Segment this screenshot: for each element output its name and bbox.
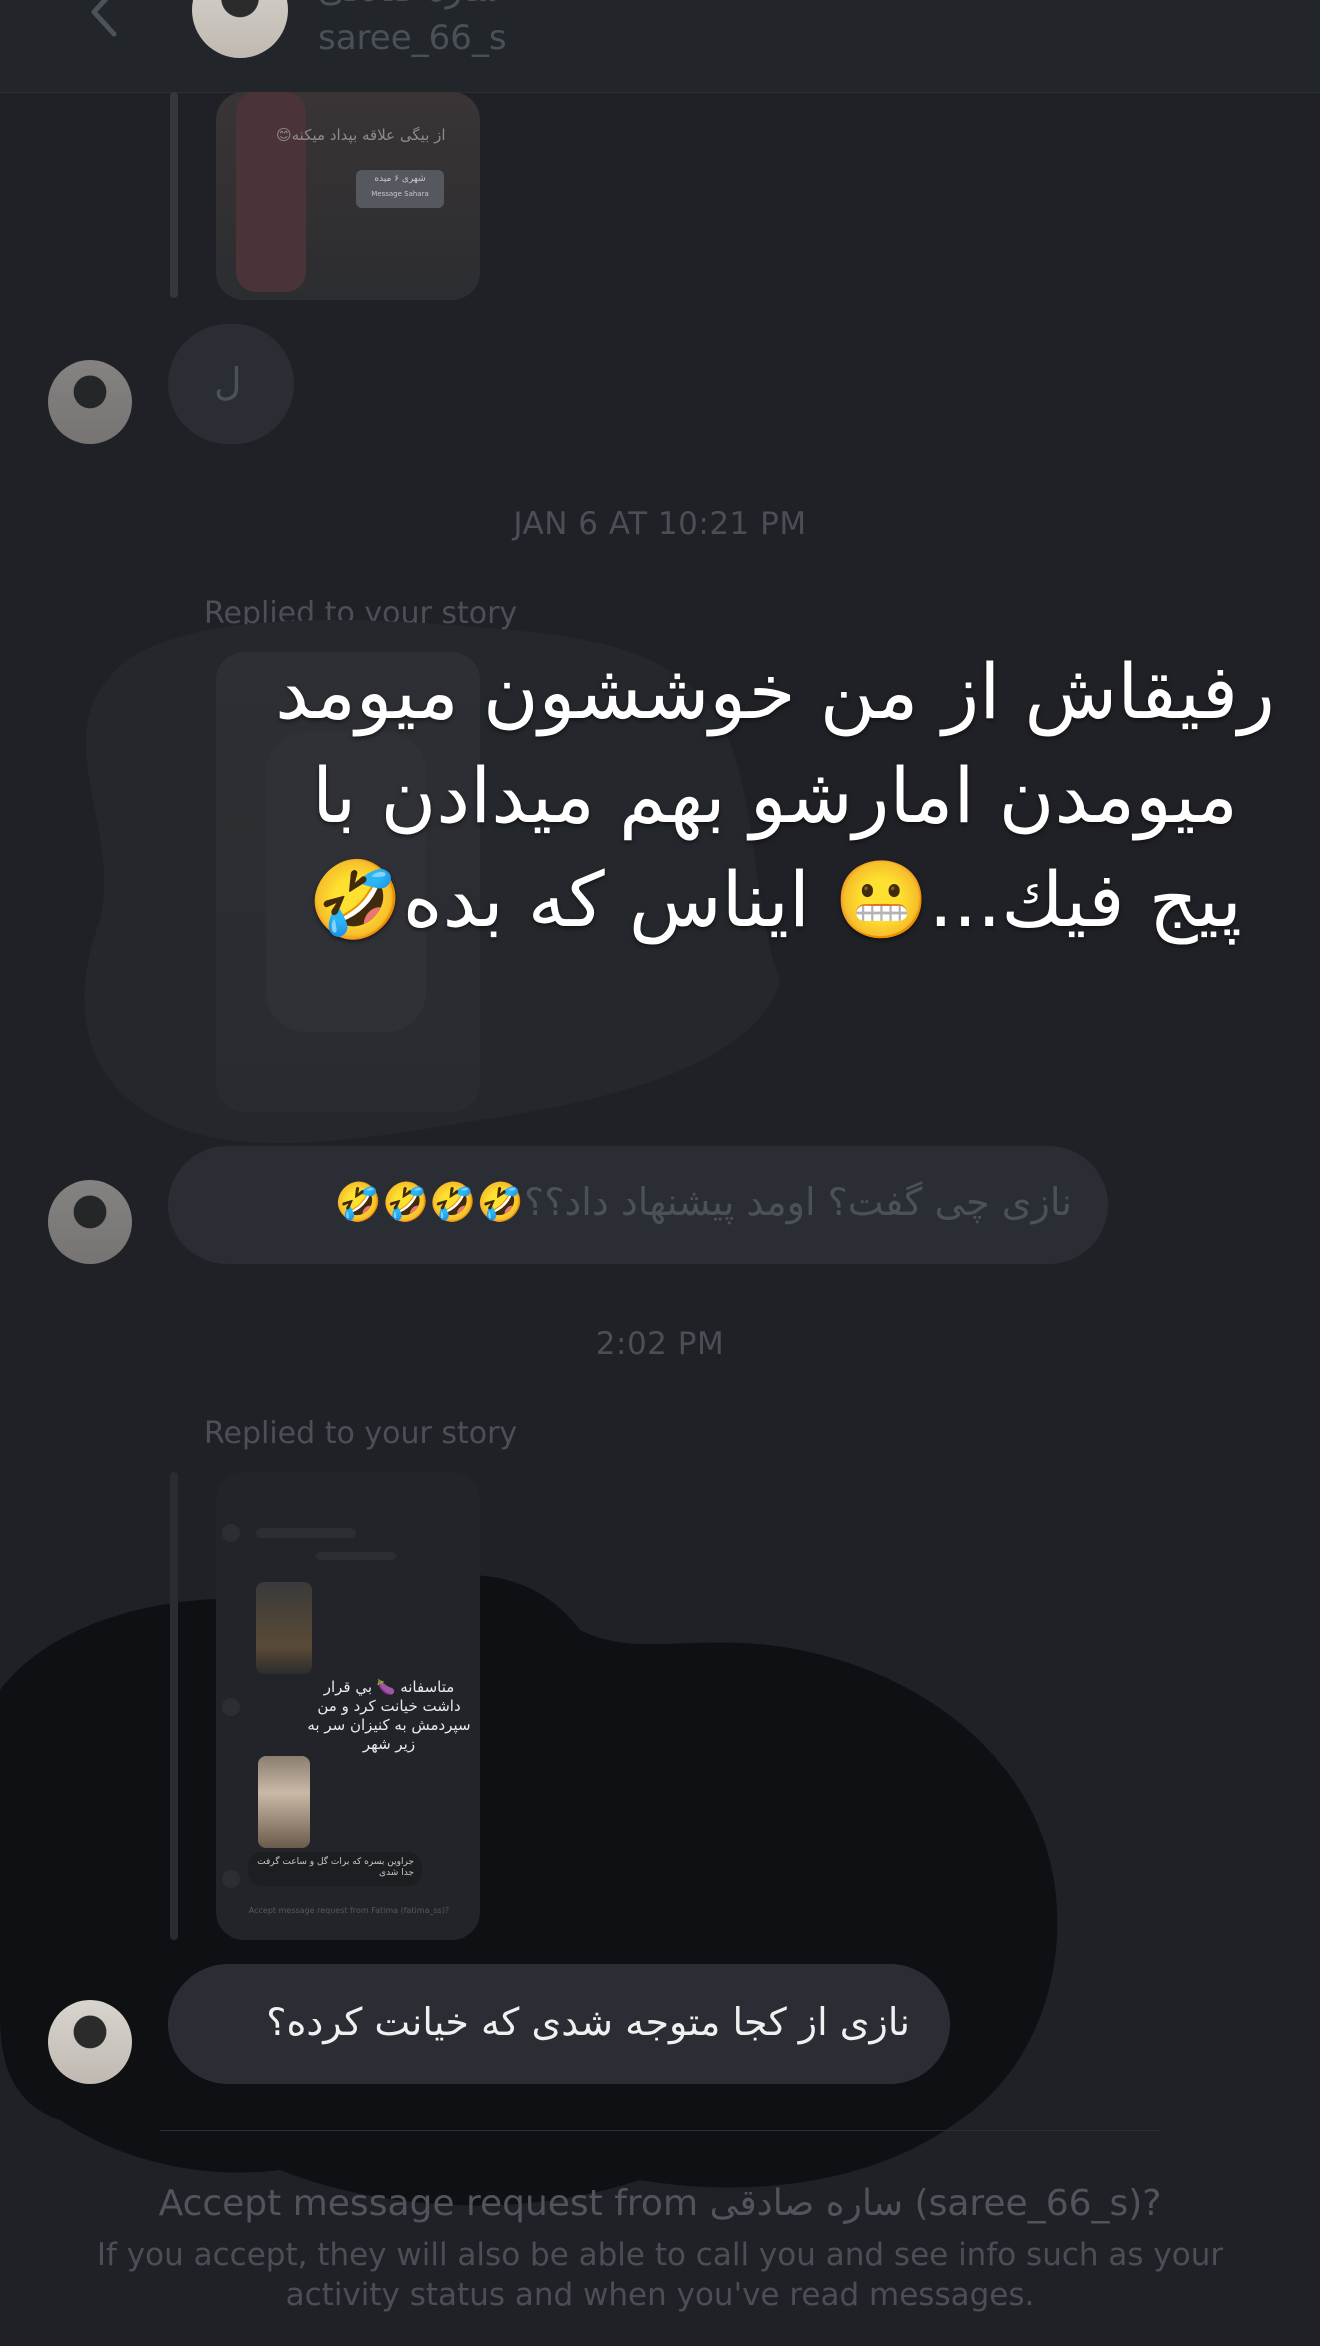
story-inner-bubble-text: جراوين بسره كه برات گل و ساعت گرفت جدا ش… xyxy=(257,1857,414,1878)
story-thumbnail[interactable]: از بیگی علاقه بپداد میکنه😊 شهری ۶ میده M… xyxy=(216,92,480,300)
story-inner-cat-image xyxy=(258,1756,310,1848)
story-overlay-text: از بیگی علاقه بپداد میکنه😊 xyxy=(276,126,446,144)
story-overlay-text: رفیقاش از من خوششون میومد میومدن امارشو … xyxy=(275,647,1275,944)
reply-indicator xyxy=(170,92,178,298)
sender-avatar[interactable] xyxy=(48,2000,132,2084)
sender-avatar[interactable] xyxy=(48,1180,132,1264)
story-inner-row xyxy=(316,1552,396,1560)
message-bubble[interactable]: نازی از کجا متوجه شدی که خیانت کرده؟ xyxy=(168,1964,950,2084)
divider xyxy=(160,2130,1160,2131)
story-inner-row xyxy=(256,1528,356,1538)
accept-title-suffix: (saree_66_s)? xyxy=(903,2183,1162,2224)
story-inner-avatar xyxy=(222,1524,240,1542)
message-text: نازی چی گفت؟ اومد پیشنهاد داد؟؟🤣🤣🤣🤣 xyxy=(334,1180,1072,1224)
header-display-name[interactable]: ساره صادقی xyxy=(318,0,501,10)
story-inner-image xyxy=(256,1582,312,1674)
replied-to-story-label: Replied to your story xyxy=(204,1416,518,1451)
accept-title-name: ساره صادقی xyxy=(709,2183,904,2224)
story-inner-accept-text: Accept message request from Fatima (fati… xyxy=(248,1906,450,1915)
message-text: ل xyxy=(214,360,242,404)
story-card-title: شهری ۶ میده xyxy=(374,174,426,184)
story-inner-avatar xyxy=(222,1698,240,1716)
story-card: شهری ۶ میده Message Sahara xyxy=(356,170,444,208)
header-username[interactable]: saree_66_s xyxy=(318,18,507,58)
accept-title-prefix: Accept message request from xyxy=(158,2183,710,2224)
header-avatar[interactable] xyxy=(192,0,288,58)
story-figure xyxy=(236,92,306,292)
timestamp: 2:02 PM xyxy=(595,1326,725,1362)
sender-avatar[interactable] xyxy=(48,360,132,444)
accept-request-title: Accept message request from ساره صادقی (… xyxy=(0,2183,1320,2224)
story-card-action: Message Sahara xyxy=(371,190,429,198)
reply-indicator xyxy=(170,1472,178,1940)
chevron-left-icon[interactable] xyxy=(84,0,124,40)
dark-overlay-blob xyxy=(0,1575,1058,2206)
story-inner-avatar xyxy=(222,1870,240,1888)
message-bubble[interactable]: نازی چی گفت؟ اومد پیشنهاد داد؟؟🤣🤣🤣🤣 xyxy=(168,1146,1108,1264)
timestamp: JAN 6 AT 10:21 PM xyxy=(513,506,807,542)
accept-request-description: If you accept, they will also be able to… xyxy=(96,2237,1224,2313)
story-caption: متاسفانه 🍆 بي قرار داشت خيانت كرد و من س… xyxy=(307,1678,471,1753)
story-thumbnail[interactable]: متاسفانه 🍆 بي قرار داشت خيانت كرد و من س… xyxy=(216,1472,480,1940)
story-inner-bubble: جراوين بسره كه برات گل و ساعت گرفت جدا ش… xyxy=(248,1852,422,1886)
message-bubble[interactable]: ل xyxy=(168,324,294,444)
message-text: نازی از کجا متوجه شدی که خیانت کرده؟ xyxy=(266,2000,910,2044)
chat-header: ساره صادقی saree_66_s xyxy=(0,0,1320,93)
